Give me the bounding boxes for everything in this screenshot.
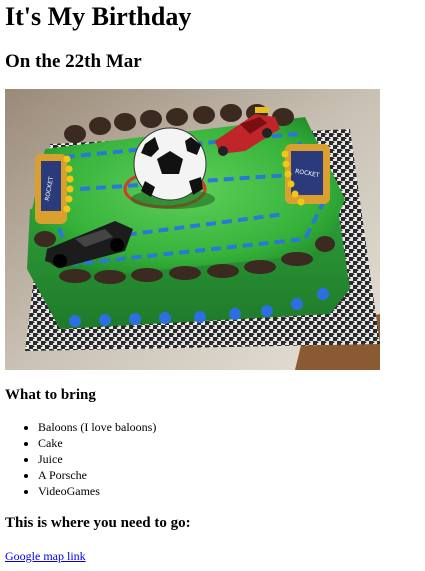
date-subtitle: On the 22th Mar [5,51,142,72]
list-item: Juice [38,451,156,467]
list-item: Baloons (I love baloons) [38,419,156,435]
page-title: It's My Birthday [5,2,192,31]
what-to-bring-heading: What to bring [5,387,96,403]
page: It's My Birthday On the 22th Mar ROCKET … [0,0,425,571]
list-item: VideoGames [38,483,156,499]
list-item: A Porsche [38,467,156,483]
list-item: Cake [38,435,156,451]
directions-heading: This is where you need to go: [5,515,191,531]
cake-photo: ROCKET ROCKET [5,89,380,370]
google-map-link[interactable]: Google map link [5,548,86,564]
goal-right: ROCKET [281,144,330,206]
bring-list: Baloons (I love baloons) Cake Juice A Po… [18,419,156,499]
